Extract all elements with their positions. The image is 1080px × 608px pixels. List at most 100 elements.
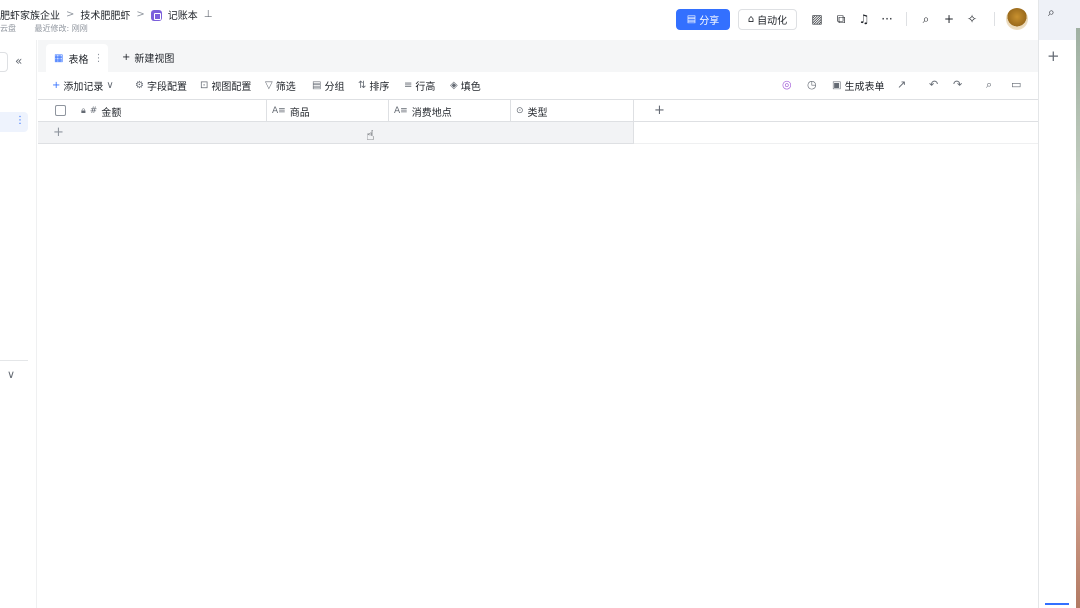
single-select-field-icon: ⊙	[516, 106, 524, 116]
grid-divider	[634, 143, 1038, 144]
tab-more-icon[interactable]: ⋮	[93, 53, 103, 64]
doc-meta: 云盘 最近修改: 刚刚	[0, 23, 104, 34]
bell-icon[interactable]: ♫	[857, 11, 871, 27]
lock-doc-icon: ▤	[686, 14, 697, 25]
doc-location: 云盘	[0, 24, 16, 33]
view-config-label: 视图配置	[211, 82, 252, 93]
sidebar-divider	[0, 360, 28, 361]
scroll-indicator	[1045, 603, 1069, 605]
generate-form-button[interactable]: ▣ 生成表单	[832, 78, 884, 93]
column-label: 商品	[289, 107, 310, 119]
gear-icon: ⚙	[135, 80, 144, 91]
add-icon[interactable]: +	[1047, 47, 1060, 65]
row-height-button[interactable]: ≡ 行高	[404, 78, 435, 93]
collapse-sidebar-icon[interactable]: «	[15, 54, 22, 68]
breadcrumb-item-workspace[interactable]: 肥虾家族企业	[0, 7, 60, 22]
fill-color-button[interactable]: ◈ 填色	[450, 78, 481, 93]
field-config-button[interactable]: ⚙ 字段配置	[135, 78, 187, 93]
fill-color-label: 填色	[460, 82, 481, 93]
plus-icon: +	[52, 80, 61, 91]
group-label: 分组	[324, 82, 345, 93]
base-doc-icon	[150, 10, 162, 21]
plus-icon: +	[53, 125, 64, 140]
new-view-label: 新建视图	[134, 54, 175, 65]
robot-icon: ⌂	[747, 14, 755, 25]
grid-view-icon: ▦	[54, 52, 64, 64]
document-title[interactable]: 记账本	[168, 7, 198, 22]
lock-icon: 🔒︎	[81, 106, 86, 116]
chevron-down-icon[interactable]: ∨	[106, 80, 113, 91]
avatar[interactable]	[1006, 8, 1028, 30]
last-modified: 最近修改: 刚刚	[34, 24, 88, 33]
ai-assistant-icon[interactable]: ◎	[782, 78, 792, 91]
right-panel-header	[1039, 0, 1080, 40]
new-view-button[interactable]: + 新建视图	[122, 50, 174, 65]
column-header-location[interactable]: A≡ 消费地点	[389, 100, 511, 122]
hand-cursor-icon: ☝	[366, 128, 375, 144]
automation-label: 自动化	[757, 16, 788, 27]
view-tabs: ▦ 表格 ⋮ + 新建视图	[38, 40, 1038, 72]
group-button[interactable]: ▤ 分组	[312, 78, 344, 93]
share-view-icon[interactable]: ↗	[897, 78, 906, 91]
filter-label: 筛选	[275, 82, 296, 93]
right-panel: ⌕ +	[1038, 0, 1080, 608]
view-config-button[interactable]: ⊡ 视图配置	[200, 78, 251, 93]
more-icon[interactable]: ···	[878, 11, 896, 27]
app-root: 肥虾家族企业 > 技术肥肥虾 > 记账本 ⊥ 云盘 最近修改: 刚刚 ▤ 分享 …	[0, 0, 1080, 608]
group-icon: ▤	[312, 80, 322, 91]
number-field-icon: #	[89, 106, 98, 116]
chevron-down-icon[interactable]: ∨	[7, 368, 15, 381]
sidebar-search-input[interactable]	[0, 52, 8, 72]
undo-icon[interactable]: ↶	[929, 78, 938, 91]
view-toolbar: + 添加记录 ∨ ⚙ 字段配置 ⊡ 视图配置 ▽ 筛选 ▤ 分组 ⇅ 排序 ≡ …	[38, 72, 1038, 98]
row-height-label: 行高	[415, 82, 436, 93]
ai-sparkle-icon[interactable]: ✧	[965, 11, 979, 27]
sort-label: 排序	[369, 82, 390, 93]
add-icon[interactable]: +	[942, 11, 956, 27]
search-icon[interactable]: ⌕	[919, 11, 933, 27]
share-button[interactable]: ▤ 分享	[676, 9, 730, 30]
generate-form-label: 生成表单	[844, 82, 885, 93]
left-sidebar: « ⋮ ∨	[0, 40, 37, 608]
automation-button[interactable]: ⌂ 自动化	[738, 9, 797, 30]
sort-icon: ⇅	[358, 80, 367, 91]
pin-icon[interactable]: ⊥	[204, 9, 213, 20]
view-settings-icon: ⊡	[200, 80, 209, 91]
grid-header: 🔒︎ # 金额 A≡ 商品 A≡ 消费地点 ⊙ 类型 +	[38, 99, 1038, 122]
comment-icon[interactable]: ▭	[1011, 78, 1021, 91]
background-window-edge	[1076, 28, 1080, 608]
breadcrumb-item-folder[interactable]: 技术肥肥虾	[80, 7, 130, 22]
text-field-icon: A≡	[272, 106, 286, 116]
top-header: 肥虾家族企业 > 技术肥肥虾 > 记账本 ⊥ 云盘 最近修改: 刚刚 ▤ 分享 …	[0, 0, 1038, 40]
sort-button[interactable]: ⇅ 排序	[358, 78, 389, 93]
dashboard-icon[interactable]: ▨	[810, 11, 824, 27]
breadcrumb-separator-icon: >	[66, 9, 75, 20]
search-icon[interactable]: ⌕	[1048, 5, 1055, 20]
field-config-label: 字段配置	[146, 82, 187, 93]
filter-button[interactable]: ▽ 筛选	[265, 78, 296, 93]
column-label: 类型	[527, 107, 548, 119]
tab-grid-view[interactable]: ▦ 表格 ⋮	[46, 44, 108, 72]
add-record-button[interactable]: + 添加记录 ∨	[52, 78, 114, 93]
history-icon[interactable]: ◷	[807, 78, 817, 91]
add-column-icon[interactable]: +	[654, 103, 665, 118]
add-row-button[interactable]: +	[38, 122, 634, 144]
paint-bucket-icon: ◈	[450, 80, 458, 91]
breadcrumb-separator-icon: >	[136, 9, 145, 20]
form-icon: ▣	[832, 80, 842, 91]
text-field-icon: A≡	[394, 106, 408, 116]
sidebar-item-more-icon[interactable]: ⋮	[15, 115, 25, 126]
column-header-type[interactable]: ⊙ 类型	[511, 100, 634, 122]
column-label: 消费地点	[411, 107, 452, 119]
breadcrumb: 肥虾家族企业 > 技术肥肥虾 > 记账本 ⊥	[0, 7, 213, 22]
select-all-checkbox[interactable]	[55, 105, 66, 116]
grid-divider	[633, 122, 634, 144]
plugin-icon[interactable]: ⧉	[834, 11, 848, 27]
share-label: 分享	[699, 16, 720, 27]
find-icon[interactable]: ⌕	[986, 78, 992, 92]
redo-icon[interactable]: ↷	[953, 78, 962, 91]
column-header-product[interactable]: A≡ 商品	[267, 100, 389, 122]
column-header-amount[interactable]: 🔒︎ # 金额	[76, 100, 267, 122]
filter-icon: ▽	[265, 80, 273, 91]
tab-grid-label: 表格	[68, 54, 89, 66]
